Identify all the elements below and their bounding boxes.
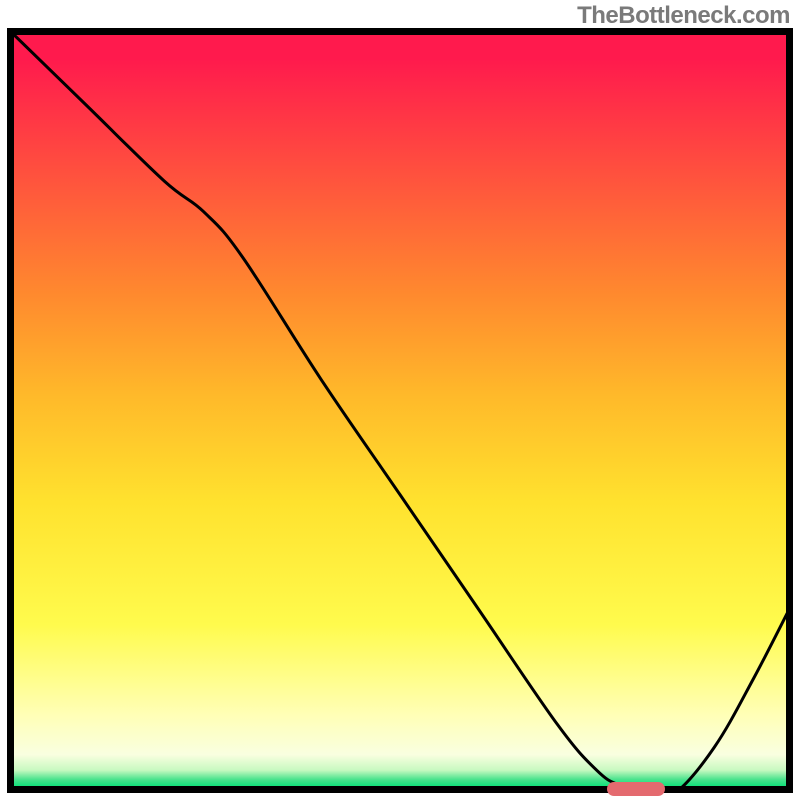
watermark-text: TheBottleneck.com (577, 2, 790, 30)
chart-background-gradient (7, 28, 793, 793)
chart-area (7, 28, 793, 793)
optimal-marker (607, 782, 665, 796)
